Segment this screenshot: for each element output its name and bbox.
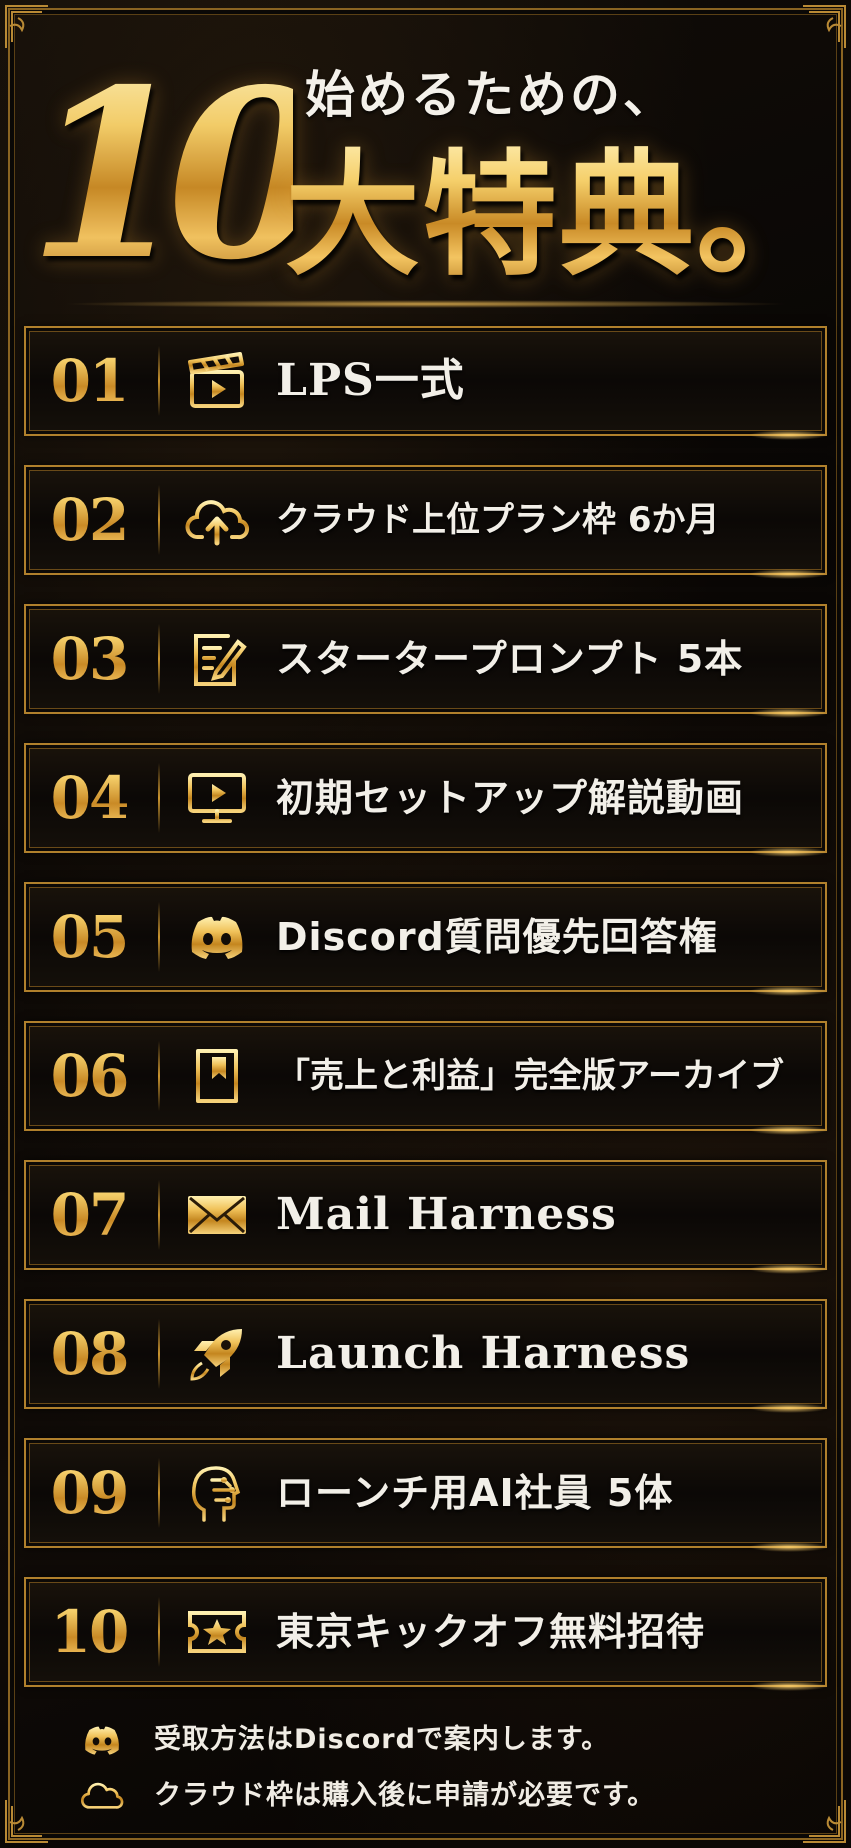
benefit-label: ローンチ用AI社員 5体 <box>276 1471 674 1515</box>
benefit-row-10: 10 東京キックオフ無料招待 <box>24 1577 829 1691</box>
clapperboard-icon <box>184 348 250 414</box>
benefit-number: 04 <box>26 745 152 851</box>
divider <box>158 763 160 833</box>
footer-text: 受取方法はDiscordで案内します。 <box>154 1724 610 1755</box>
corner-ornament <box>803 5 846 48</box>
benefit-row-01: 01 LPS一式 <box>24 326 829 440</box>
hero-title: 大特典。 <box>285 130 845 300</box>
benefit-number: 09 <box>26 1440 152 1546</box>
benefit-row-06: 06 「売上と利益」完全版アーカイブ <box>24 1021 829 1135</box>
discord-icon <box>80 1718 124 1762</box>
corner-ornament <box>803 1800 846 1843</box>
divider <box>158 485 160 555</box>
benefits-page: 10 始めるための、 大特典。 01 LPS一式 02 クラウド上位プラン枠 6… <box>0 0 851 1848</box>
benefit-label: 「売上と利益」完全版アーカイブ <box>276 1056 784 1096</box>
footer-line-discord: 受取方法はDiscordで案内します。 <box>80 1712 800 1768</box>
footer-notes: 受取方法はDiscordで案内します。 クラウド枠は購入後に申請が必要です。 <box>80 1712 800 1832</box>
divider <box>158 1180 160 1250</box>
benefit-row-05: 05 Discord質問優先回答権 <box>24 882 829 996</box>
footer-text: クラウド枠は購入後に申請が必要です。 <box>154 1780 656 1811</box>
ai-head-icon <box>184 1460 250 1526</box>
divider <box>158 902 160 972</box>
benefit-number: 10 <box>26 1579 152 1685</box>
ticket-star-icon <box>184 1599 250 1665</box>
bookmark-book-icon <box>184 1043 250 1109</box>
benefit-label: スタータープロンプト 5本 <box>276 637 744 681</box>
divider <box>158 1041 160 1111</box>
benefit-label: Discord質問優先回答権 <box>276 915 718 959</box>
benefit-number: 05 <box>26 884 152 990</box>
hero-glow-line <box>60 300 790 308</box>
hero-number: 10 <box>28 38 329 311</box>
benefit-row-04: 04 初期セットアップ解説動画 <box>24 743 829 857</box>
benefit-number: 03 <box>26 606 152 712</box>
rocket-icon <box>184 1321 250 1387</box>
benefit-label: 東京キックオフ無料招待 <box>276 1610 706 1654</box>
benefit-number: 07 <box>26 1162 152 1268</box>
monitor-play-icon <box>184 765 250 831</box>
benefit-number: 01 <box>26 328 152 434</box>
benefit-row-08: 08 Launch Harness <box>24 1299 829 1413</box>
divider <box>158 624 160 694</box>
divider <box>158 346 160 416</box>
benefit-list: 01 LPS一式 02 クラウド上位プラン枠 6か月 03 スタータープロンプト… <box>24 326 829 1691</box>
discord-icon <box>184 904 250 970</box>
benefit-number: 02 <box>26 467 152 573</box>
divider <box>158 1319 160 1389</box>
benefit-row-03: 03 スタータープロンプト 5本 <box>24 604 829 718</box>
benefit-label: LPS一式 <box>276 355 465 406</box>
benefit-number: 06 <box>26 1023 152 1129</box>
benefit-label: 初期セットアップ解説動画 <box>276 776 745 820</box>
divider <box>158 1458 160 1528</box>
edit-document-icon <box>184 626 250 692</box>
corner-ornament <box>5 1800 48 1843</box>
benefit-row-09: 09 ローンチ用AI社員 5体 <box>24 1438 829 1552</box>
benefit-label: Launch Harness <box>276 1328 691 1379</box>
benefit-number: 08 <box>26 1301 152 1407</box>
divider <box>158 1597 160 1667</box>
benefit-label: Mail Harness <box>276 1189 617 1240</box>
benefit-row-02: 02 クラウド上位プラン枠 6か月 <box>24 465 829 579</box>
benefit-row-07: 07 Mail Harness <box>24 1160 829 1274</box>
benefit-label: クラウド上位プラン枠 6か月 <box>276 500 720 540</box>
envelope-icon <box>184 1182 250 1248</box>
cloud-icon <box>80 1774 124 1818</box>
cloud-upload-icon <box>184 487 250 553</box>
footer-line-cloud: クラウド枠は購入後に申請が必要です。 <box>80 1768 800 1824</box>
hero-subtitle: 始めるための、 <box>305 66 676 124</box>
